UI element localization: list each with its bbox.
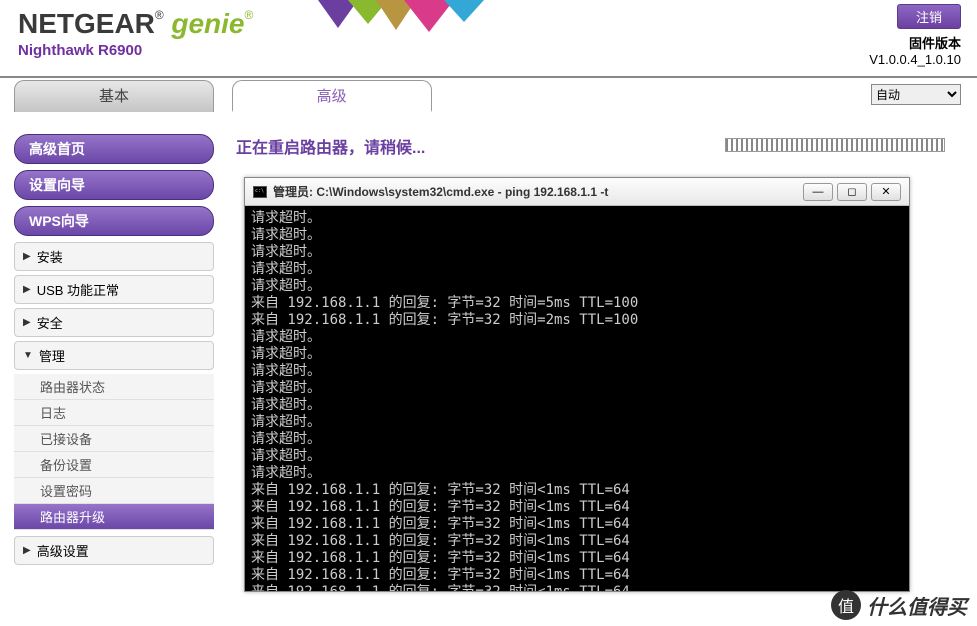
- sidebar-admin-attached[interactable]: 已接设备: [14, 426, 214, 452]
- sidebar-home[interactable]: 高级首页: [14, 134, 214, 164]
- sidebar-admin-upgrade[interactable]: 路由器升级: [14, 504, 214, 530]
- brand-netgear: NETGEAR: [18, 8, 155, 39]
- progress-bar: [725, 138, 945, 152]
- sidebar-admin[interactable]: ▼管理: [14, 341, 214, 370]
- firmware-label: 固件版本: [869, 33, 961, 52]
- cmd-title-text: 管理员: C:\Windows\system32\cmd.exe - ping …: [273, 183, 803, 200]
- chevron-down-icon: ▼: [23, 350, 33, 361]
- decorative-triangles: [318, 0, 518, 38]
- cmd-window: 管理员: C:\Windows\system32\cmd.exe - ping …: [244, 177, 910, 592]
- minimize-button[interactable]: —: [803, 183, 833, 201]
- tab-advanced[interactable]: 高级: [232, 80, 432, 112]
- sidebar-admin-backup[interactable]: 备份设置: [14, 452, 214, 478]
- sidebar-admin-password[interactable]: 设置密码: [14, 478, 214, 504]
- reg-icon: ®: [245, 8, 254, 22]
- brand-genie: genie: [171, 8, 244, 39]
- model-name: Nighthawk R6900: [0, 42, 977, 59]
- sidebar-usb[interactable]: ▶USB 功能正常: [14, 275, 214, 304]
- chevron-right-icon: ▶: [23, 284, 31, 295]
- sidebar-adv-setup[interactable]: ▶高级设置: [14, 536, 214, 565]
- watermark-text: 什么值得买: [867, 591, 967, 620]
- firmware-version: V1.0.0.4_1.0.10: [869, 52, 961, 67]
- cmd-titlebar[interactable]: 管理员: C:\Windows\system32\cmd.exe - ping …: [245, 178, 909, 206]
- sidebar-admin-log[interactable]: 日志: [14, 400, 214, 426]
- sidebar-security[interactable]: ▶安全: [14, 308, 214, 337]
- sidebar-wps[interactable]: WPS向导: [14, 206, 214, 236]
- sidebar-install[interactable]: ▶安装: [14, 242, 214, 271]
- reg-icon: ®: [155, 8, 164, 22]
- cmd-output: 请求超时。 请求超时。 请求超时。 请求超时。 请求超时。 来自 192.168…: [245, 206, 909, 591]
- close-button[interactable]: ✕: [871, 183, 901, 201]
- sidebar-admin-status[interactable]: 路由器状态: [14, 374, 214, 400]
- chevron-right-icon: ▶: [23, 251, 31, 262]
- watermark: 值 什么值得买: [831, 590, 967, 620]
- logout-button[interactable]: 注销: [897, 4, 961, 29]
- language-select[interactable]: 自动: [871, 84, 961, 105]
- cmd-icon: [253, 186, 267, 198]
- sidebar-wizard[interactable]: 设置向导: [14, 170, 214, 200]
- sidebar: 高级首页 设置向导 WPS向导 ▶安装 ▶USB 功能正常 ▶安全 ▼管理 路由…: [14, 134, 214, 569]
- watermark-badge: 值: [831, 590, 861, 620]
- chevron-right-icon: ▶: [23, 545, 31, 556]
- tab-basic[interactable]: 基本: [14, 80, 214, 112]
- maximize-button[interactable]: ◻: [837, 183, 867, 201]
- chevron-right-icon: ▶: [23, 317, 31, 328]
